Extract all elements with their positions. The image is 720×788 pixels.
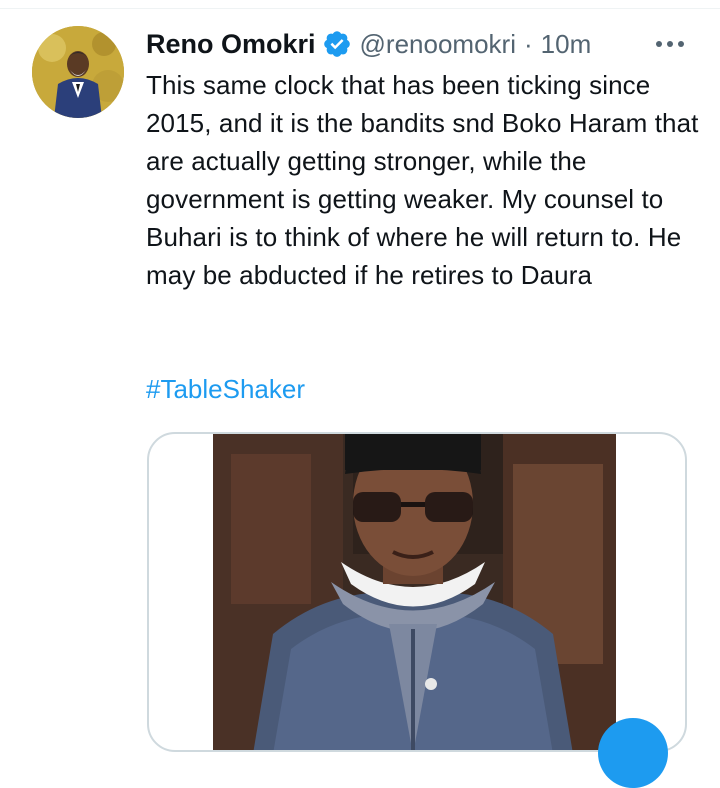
verified-badge-icon: [322, 29, 352, 59]
avatar-image: [32, 26, 124, 118]
tweet-text: This same clock that has been ticking si…: [146, 70, 699, 290]
header-separator: ·: [523, 28, 533, 59]
tweet-header: Reno Omokri @renoomokri · 10m: [146, 26, 591, 62]
tweet-timestamp[interactable]: 10m: [541, 29, 592, 60]
avatar[interactable]: [32, 26, 124, 118]
tweet[interactable]: Reno Omokri @renoomokri · 10m This same …: [0, 0, 720, 788]
media-photo: [213, 434, 616, 750]
tweet-media[interactable]: [147, 432, 687, 752]
compose-button[interactable]: [598, 718, 668, 788]
hashtag-link[interactable]: #TableShaker: [146, 370, 305, 408]
author-handle[interactable]: @renoomokri: [360, 29, 516, 60]
author-name[interactable]: Reno Omokri: [146, 29, 316, 60]
more-options-icon[interactable]: [654, 34, 686, 54]
